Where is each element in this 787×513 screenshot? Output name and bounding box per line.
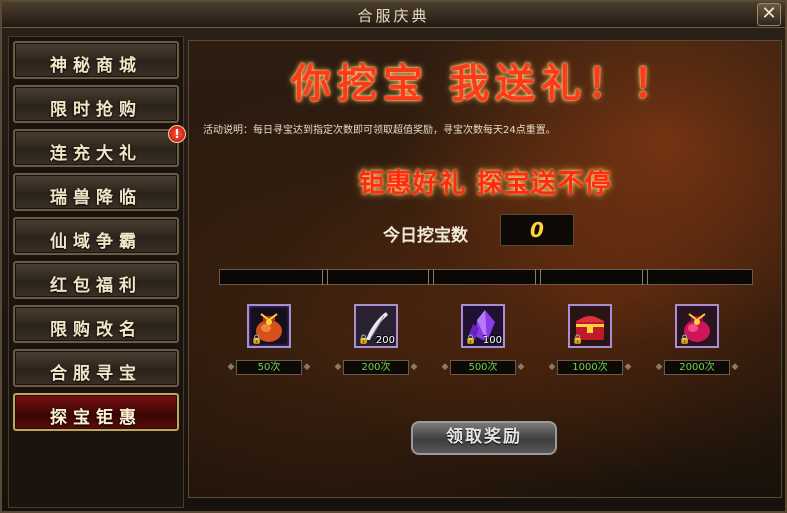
lock-icon: 🔒 — [251, 335, 263, 345]
lock-icon: 🔒 — [572, 335, 584, 345]
event-banner-title: 你挖宝 我送礼！！ — [291, 60, 679, 107]
chevron-left-icon: ◆ — [334, 362, 342, 372]
lock-icon: 🔒 — [679, 335, 691, 345]
treasure-deals-panel: 你挖宝 我送礼！！ 活动说明：每日寻宝达到指定次数即可领取超值奖励，寻宝次数每天… — [188, 40, 782, 498]
item-quantity: 100 — [482, 335, 502, 346]
sidebar-item-realm-battle[interactable]: 仙域争霸 — [13, 217, 179, 255]
sidebar-item-label: 连充大礼 — [50, 144, 142, 164]
sidebar-item-label: 探宝钜惠 — [50, 408, 142, 428]
red-bag-icon[interactable]: 🔒 — [675, 304, 719, 348]
claim-reward-button[interactable]: 领取奖励 — [411, 421, 557, 455]
progress-track — [219, 269, 753, 285]
track-node — [642, 269, 648, 285]
item-quantity: 200 — [375, 335, 395, 346]
reward-tier-4[interactable]: 🔒 ◆ 1000次 ◆ — [547, 304, 633, 384]
sidebar-item-recharge-gift[interactable]: 连充大礼 ! — [13, 125, 186, 167]
sidebar-item-flash-sale[interactable]: 限时抢购 — [13, 85, 179, 123]
requirement-bar: ◆ 200次 ◆ — [333, 359, 419, 377]
sidebar-item-red-envelope[interactable]: 红包福利 — [13, 261, 179, 299]
chevron-left-icon: ◆ — [227, 362, 235, 372]
requirement-label: 2000次 — [664, 360, 730, 375]
celebration-window: 合服庆典 ✕ 神秘商城 限时抢购 连充大礼 ! 瑞兽降临 仙域争霸 红包福利 限… — [0, 0, 787, 513]
chevron-right-icon: ◆ — [517, 362, 525, 372]
track-node — [322, 269, 328, 285]
chevron-right-icon: ◆ — [624, 362, 632, 372]
track-node — [535, 269, 541, 285]
sidebar-item-label: 红包福利 — [50, 276, 142, 296]
purple-crystal-icon[interactable]: 🔒 100 — [461, 304, 505, 348]
reward-tier-5[interactable]: 🔒 ◆ 2000次 ◆ — [654, 304, 740, 384]
sidebar-item-label: 神秘商城 — [50, 56, 142, 76]
sidebar-item-label: 限购改名 — [50, 320, 142, 340]
lock-icon: 🔒 — [358, 335, 370, 345]
dig-count-label: 今日挖宝数 — [383, 226, 468, 246]
requirement-label: 500次 — [450, 360, 516, 375]
title-bar: 合服庆典 ✕ — [2, 2, 785, 28]
alert-badge-icon: ! — [168, 125, 186, 143]
sidebar-item-rename-sale[interactable]: 限购改名 — [13, 305, 179, 343]
sidebar-item-merge-treasure[interactable]: 合服寻宝 — [13, 349, 179, 387]
sidebar-item-mystery-shop[interactable]: 神秘商城 — [13, 41, 179, 79]
close-button[interactable]: ✕ — [757, 3, 781, 26]
chevron-left-icon: ◆ — [441, 362, 449, 372]
chevron-left-icon: ◆ — [655, 362, 663, 372]
chevron-right-icon: ◆ — [731, 362, 739, 372]
chevron-right-icon: ◆ — [303, 362, 311, 372]
track-node — [428, 269, 434, 285]
requirement-label: 1000次 — [557, 360, 623, 375]
chevron-left-icon: ◆ — [548, 362, 556, 372]
dig-count-value: 0 — [500, 214, 574, 246]
requirement-bar: ◆ 50次 ◆ — [226, 359, 312, 377]
orange-bag-icon[interactable]: 🔒 — [247, 304, 291, 348]
reward-tier-2[interactable]: 🔒 200 ◆ 200次 ◆ — [333, 304, 419, 384]
sidebar-item-label: 合服寻宝 — [50, 364, 142, 384]
red-chest-icon[interactable]: 🔒 — [568, 304, 612, 348]
event-subtitle: 钜惠好礼 探宝送不停 — [358, 169, 612, 199]
white-feather-icon[interactable]: 🔒 200 — [354, 304, 398, 348]
activity-sidebar: 神秘商城 限时抢购 连充大礼 ! 瑞兽降临 仙域争霸 红包福利 限购改名 合服寻… — [8, 36, 186, 508]
sidebar-item-label: 瑞兽降临 — [50, 188, 142, 208]
lock-icon: 🔒 — [465, 335, 477, 345]
chevron-right-icon: ◆ — [410, 362, 418, 372]
event-description: 活动说明：每日寻宝达到指定次数即可领取超值奖励，寻宝次数每天24点重置。 — [203, 125, 556, 136]
reward-tier-3[interactable]: 🔒 100 ◆ 500次 ◆ — [440, 304, 526, 384]
requirement-bar: ◆ 500次 ◆ — [440, 359, 526, 377]
sidebar-item-label: 仙域争霸 — [50, 232, 142, 252]
requirement-label: 200次 — [343, 360, 409, 375]
requirement-bar: ◆ 2000次 ◆ — [654, 359, 740, 377]
window-title: 合服庆典 — [357, 7, 430, 25]
reward-tier-1[interactable]: 🔒 ◆ 50次 ◆ — [226, 304, 312, 384]
sidebar-item-auspicious-beast[interactable]: 瑞兽降临 — [13, 173, 179, 211]
requirement-label: 50次 — [236, 360, 302, 375]
requirement-bar: ◆ 1000次 ◆ — [547, 359, 633, 377]
sidebar-item-treasure-deals[interactable]: 探宝钜惠 — [13, 393, 179, 431]
sidebar-item-label: 限时抢购 — [50, 100, 142, 120]
